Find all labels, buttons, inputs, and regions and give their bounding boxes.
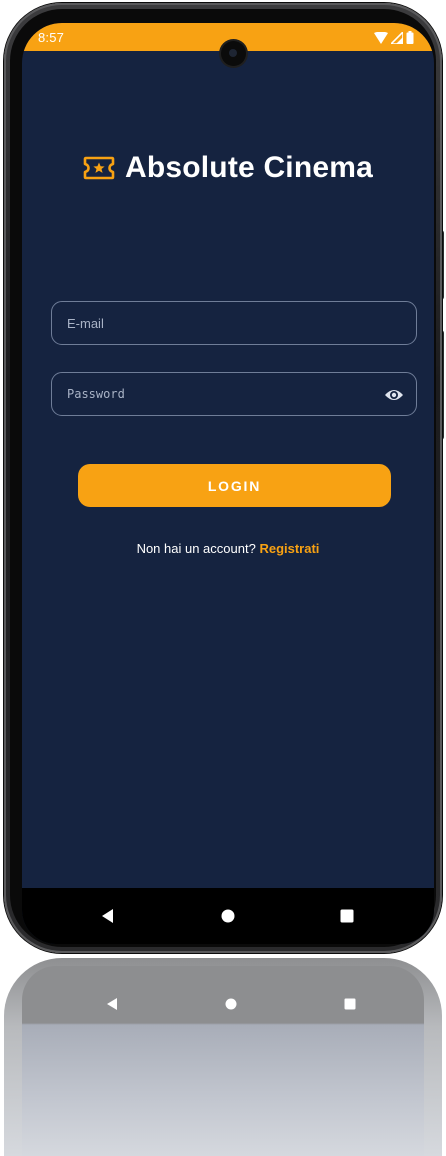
wifi-icon xyxy=(374,31,388,44)
reflected-back-icon xyxy=(104,996,120,1012)
device-reflection xyxy=(4,958,442,1156)
eye-icon xyxy=(385,390,403,400)
reflection-screen xyxy=(22,966,424,1156)
phone-screen: 8:57 Absolute Cinema E-mail LOGIN Non ha… xyxy=(22,23,434,944)
recents-square-icon xyxy=(340,909,354,923)
app-brand: Absolute Cinema xyxy=(22,151,434,185)
email-field xyxy=(51,301,417,345)
front-camera xyxy=(221,41,246,66)
reflected-home-icon xyxy=(223,996,239,1012)
reflected-recents-icon xyxy=(342,996,358,1012)
app-title: Absolute Cinema xyxy=(124,151,374,184)
phone-frame: 8:57 Absolute Cinema E-mail LOGIN Non ha… xyxy=(4,3,442,953)
password-field xyxy=(51,372,417,416)
signup-row: Non hai un account? Registrati xyxy=(22,541,434,556)
show-password-button[interactable] xyxy=(384,385,404,405)
signup-link[interactable]: Registrati xyxy=(259,541,319,556)
signal-icon xyxy=(391,31,403,44)
status-icons xyxy=(374,31,414,44)
nav-back-button[interactable] xyxy=(94,902,122,930)
status-time: 8:57 xyxy=(38,30,65,45)
system-nav-bar xyxy=(22,888,434,944)
home-circle-icon xyxy=(221,909,235,923)
password-input[interactable] xyxy=(52,373,416,415)
battery-icon xyxy=(406,31,414,44)
email-input[interactable] xyxy=(52,302,416,344)
back-triangle-icon xyxy=(102,909,113,923)
device-mockup: 8:57 Absolute Cinema E-mail LOGIN Non ha… xyxy=(0,0,446,1156)
nav-home-button[interactable] xyxy=(214,902,242,930)
ticket-star-icon xyxy=(83,156,115,180)
nav-recents-button[interactable] xyxy=(333,902,361,930)
signup-prompt: Non hai un account? xyxy=(136,541,256,556)
login-button[interactable]: LOGIN xyxy=(78,464,391,507)
